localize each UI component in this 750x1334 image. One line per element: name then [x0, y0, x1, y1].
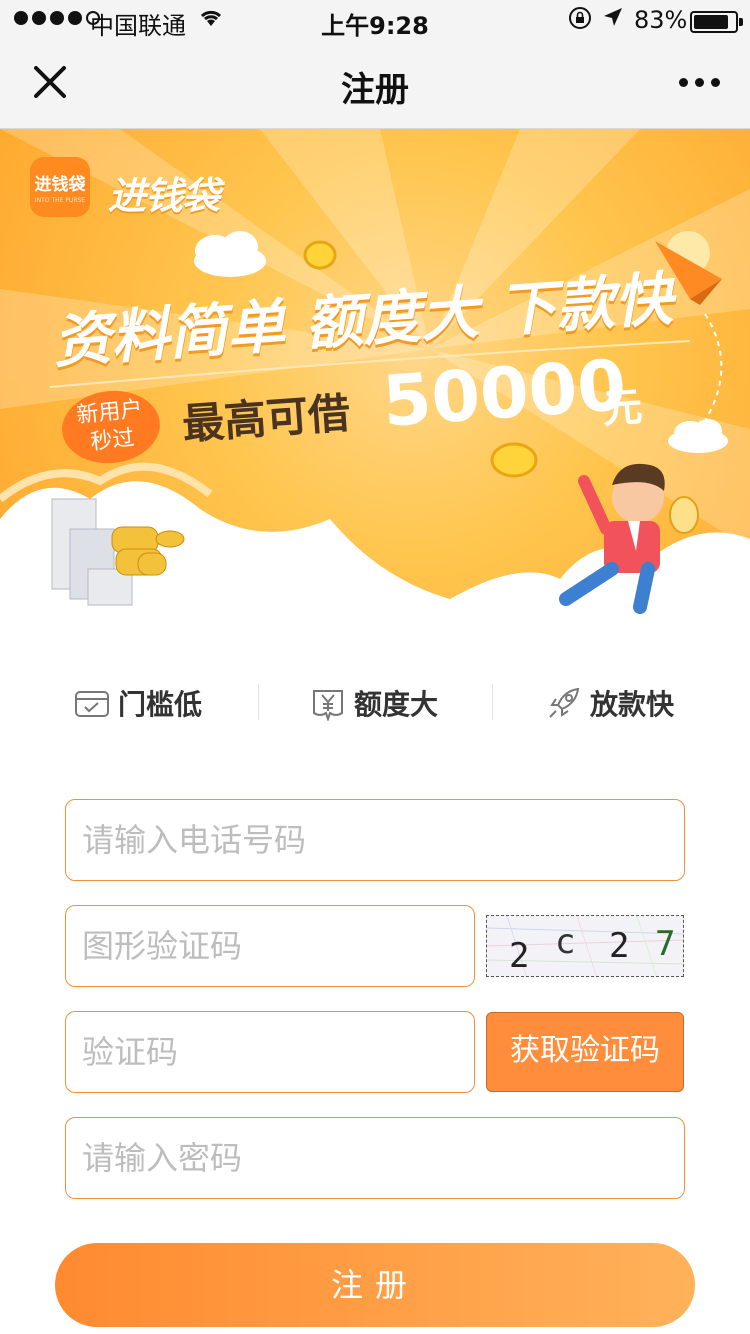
phone-field [65, 799, 685, 881]
captcha-input[interactable] [66, 906, 474, 986]
battery-percent: 83% [634, 6, 688, 34]
battery-icon [690, 11, 743, 33]
max-loan-label: 最高可借 [180, 388, 352, 449]
app-logo-subtitle: INTO THE PURSE [34, 197, 86, 204]
yen-bag-icon [313, 690, 343, 721]
nav-bar: 注册 [0, 40, 750, 129]
sms-code-field [65, 1011, 475, 1093]
app-logo: 进钱袋 [30, 157, 90, 217]
rocket-icon [549, 687, 580, 718]
password-field [65, 1117, 685, 1199]
orientation-lock-icon [568, 6, 592, 36]
feature-label: 放款快 [590, 688, 675, 721]
max-loan-amount: 50000 [380, 344, 629, 443]
location-icon [602, 6, 624, 34]
status-bar: 中国联通 上午9:28 83% [0, 0, 750, 40]
feature-fast-loan: 放款快 [546, 680, 674, 726]
feature-divider [492, 684, 493, 720]
register-button[interactable]: 注册 [55, 1243, 695, 1327]
page-title: 注册 [341, 70, 409, 110]
feature-large-amount: 额度大 [310, 680, 438, 726]
sms-code-input[interactable] [66, 1012, 474, 1092]
phone-input[interactable] [66, 800, 684, 880]
max-loan-unit: 元 [600, 384, 644, 433]
feature-label: 门槛低 [118, 688, 203, 721]
brand-name: 进钱袋 [108, 174, 220, 218]
more-icon[interactable] [679, 78, 720, 87]
promo-banner: 进钱袋 INTO THE PURSE 进钱袋 资料简单 额度大 下款快 新用户 … [0, 129, 750, 629]
get-code-button[interactable]: 获取验证码 [486, 1012, 684, 1092]
feature-label: 额度大 [354, 688, 439, 721]
captcha-code: 2 c 2 7 [509, 922, 676, 976]
captcha-image[interactable]: 2 c 2 7 [486, 915, 684, 977]
feature-divider [258, 684, 259, 720]
captcha-field [65, 905, 475, 987]
feature-low-threshold: 门槛低 [74, 680, 202, 726]
card-check-icon [75, 691, 109, 717]
password-input[interactable] [66, 1118, 684, 1198]
feature-row: 门槛低 额度大 放款快 [0, 680, 750, 726]
